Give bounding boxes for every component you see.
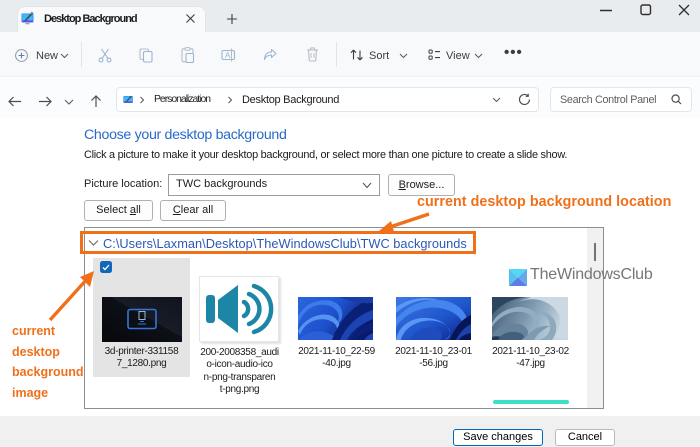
svg-text:A: A: [225, 51, 231, 60]
